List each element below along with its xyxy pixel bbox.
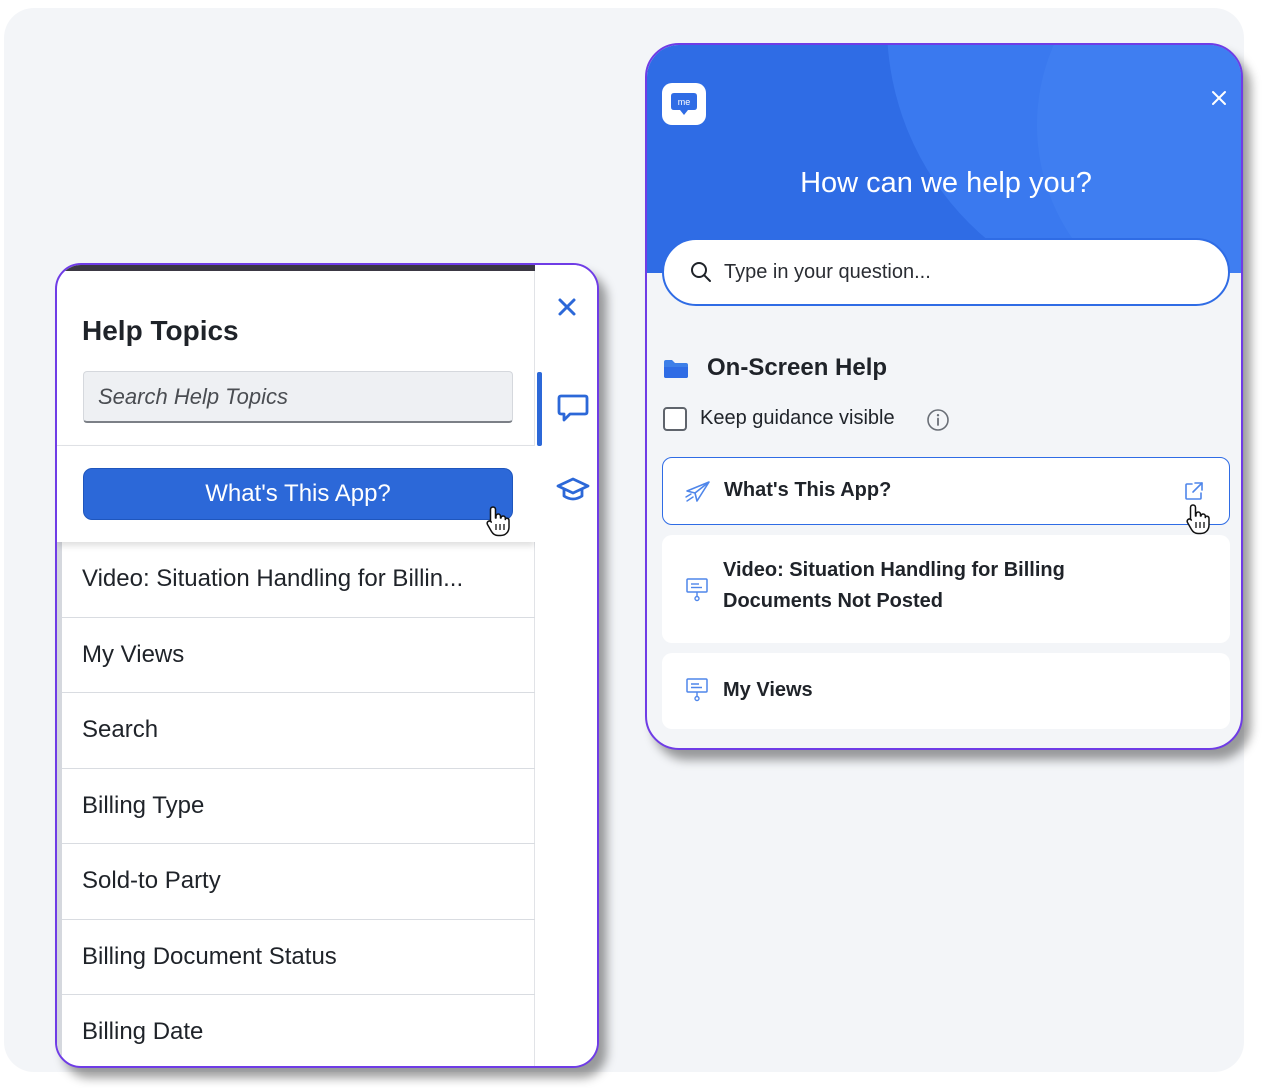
search-icon [691,262,711,282]
top-bar [57,265,537,271]
help-topic-item[interactable]: Billing Document Status [62,920,535,995]
info-icon[interactable] [926,408,950,432]
card-title: What's This App? [724,479,892,501]
presentation-icon [686,678,708,702]
card-title: My Views [723,679,813,701]
help-topics-main: Help Topics What's This App? Video: Situ… [57,265,537,1066]
chat-bubble-icon[interactable] [557,393,589,423]
help-card-my-views[interactable]: My Views [662,653,1230,729]
external-link-icon[interactable] [1183,480,1205,502]
close-icon[interactable] [1210,89,1228,107]
keep-guidance-label: Keep guidance visible [700,407,895,429]
help-topic-item[interactable]: Billing Date [62,995,535,1066]
help-topics-list: Video: Situation Handling for Billin... … [62,542,535,1066]
card-title-line2: Documents Not Posted [723,590,944,612]
search-help-topics-input[interactable] [83,371,513,423]
paper-plane-icon [685,481,710,502]
whats-this-app-button[interactable]: What's This App? [83,468,513,520]
help-topic-item[interactable]: Search [62,693,535,769]
help-topic-item[interactable]: Video: Situation Handling for Billin... [62,542,535,618]
presentation-icon [686,578,708,602]
help-topic-item[interactable]: Sold-to Party [62,844,535,920]
folder-icon [664,360,688,378]
graduation-cap-icon[interactable] [556,475,590,505]
panel-title: Help Topics [82,315,239,346]
chat-logo-icon: me [671,93,697,115]
help-card-video[interactable]: Video: Situation Handling for Billing Do… [662,535,1230,643]
help-heading: How can we help you? [800,167,1092,199]
close-icon[interactable] [555,295,579,319]
question-search-box [662,238,1230,306]
keep-guidance-checkbox[interactable] [663,407,687,431]
help-topics-panel: Help Topics What's This App? Video: Situ… [55,263,599,1068]
enable-now-help-panel: me How can we help you? On-Screen Help K… [645,43,1243,750]
section-title: On-Screen Help [707,354,888,381]
question-search-input[interactable] [724,254,1204,290]
canvas: Help Topics What's This App? Video: Situ… [0,0,1264,1088]
active-tab-indicator [537,372,542,446]
app-logo: me [662,83,706,125]
logo-text: me [678,97,691,107]
help-topic-item[interactable]: My Views [62,618,535,693]
card-title-line1: Video: Situation Handling for Billing [723,559,1065,581]
side-toolbar [535,265,597,1066]
help-topic-item[interactable]: Billing Type [62,769,535,844]
help-card-whats-this-app[interactable]: What's This App? [662,457,1230,525]
